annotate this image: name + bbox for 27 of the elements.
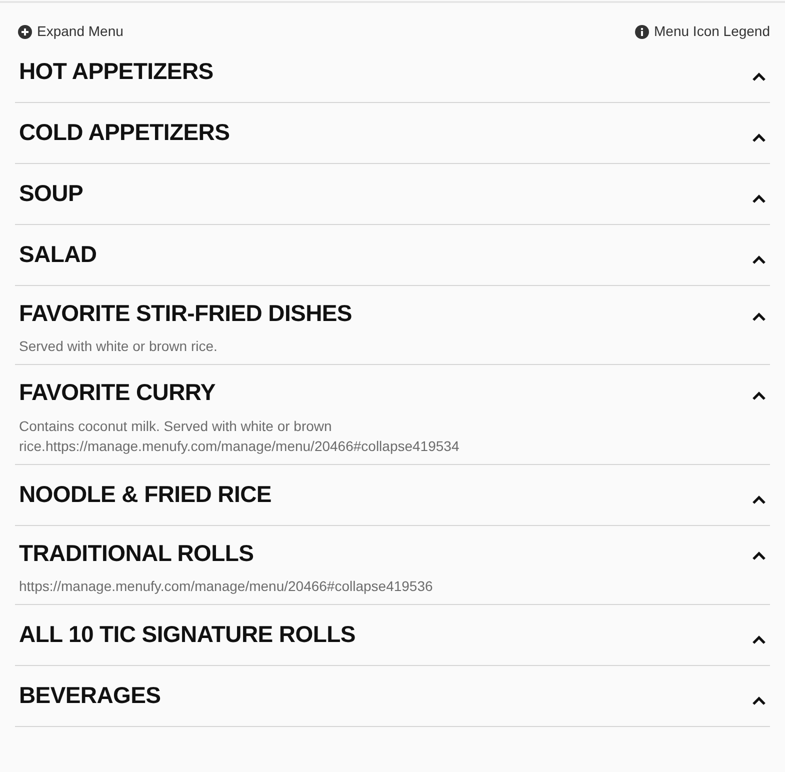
- chevron-up-icon[interactable]: [752, 255, 766, 265]
- menu-icon-legend-link[interactable]: Menu Icon Legend: [635, 21, 770, 42]
- category-title[interactable]: ALL 10 TIC SIGNATURE ROLLS: [19, 622, 356, 648]
- category-title[interactable]: SOUP: [19, 181, 83, 207]
- category-title[interactable]: SALAD: [19, 242, 97, 268]
- expand-menu-link[interactable]: Expand Menu: [18, 21, 124, 42]
- category-title[interactable]: BEVERAGES: [19, 683, 161, 709]
- chevron-up-icon[interactable]: [752, 133, 766, 143]
- chevron-up-icon[interactable]: [752, 194, 766, 204]
- category-title[interactable]: NOODLE & FRIED RICE: [19, 482, 272, 508]
- category-title[interactable]: COLD APPETIZERS: [19, 120, 230, 146]
- chevron-up-icon[interactable]: [752, 634, 766, 645]
- plus-circle-icon: [18, 24, 32, 38]
- category-title[interactable]: FAVORITE STIR-FRIED DISHES: [19, 301, 352, 326]
- category-title[interactable]: HOT APPETIZERS: [19, 59, 214, 85]
- category-description: https://manage.menufy.com/manage/menu/20466#collapse419536: [19, 576, 434, 596]
- category-description: Contains coconut milk. Served with white or brown rice.https://manage.menufy.com/manage/menu/20466#collapse419534: [19, 416, 460, 456]
- chevron-up-icon[interactable]: [752, 551, 766, 562]
- chevron-up-icon[interactable]: [752, 72, 766, 82]
- category-title[interactable]: FAVORITE CURRY: [19, 380, 216, 406]
- info-icon: [635, 24, 650, 38]
- chevron-up-icon[interactable]: [752, 696, 766, 706]
- category-title[interactable]: TRADITIONAL ROLLS: [19, 540, 254, 566]
- chevron-up-icon[interactable]: [752, 390, 766, 401]
- category-description: Served with white or brown rice.: [19, 337, 218, 356]
- chevron-up-icon[interactable]: [752, 312, 766, 322]
- chevron-up-icon[interactable]: [752, 494, 766, 505]
